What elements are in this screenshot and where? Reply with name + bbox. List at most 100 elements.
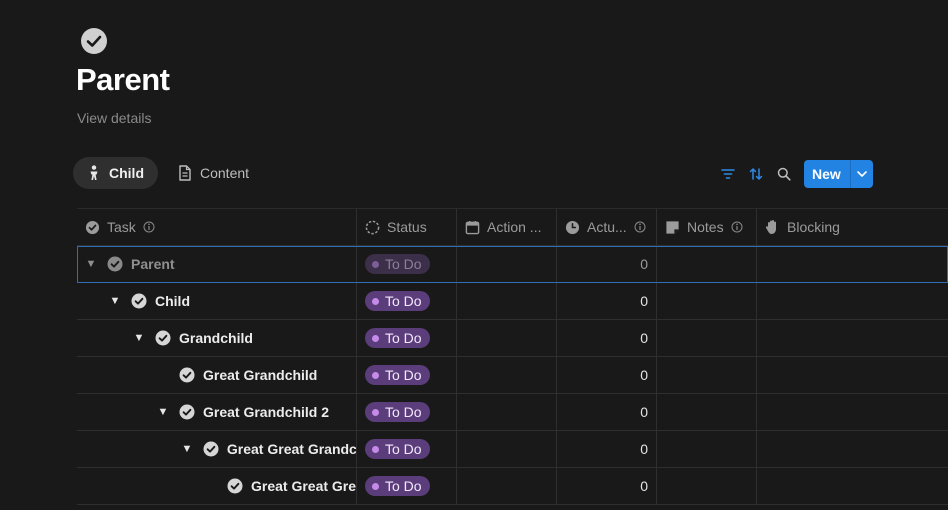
info-icon[interactable] [731,221,743,233]
status-cell[interactable]: To Do [357,320,457,356]
column-label: Task [107,219,136,235]
status-cell[interactable]: To Do [357,431,457,467]
new-dropdown-button[interactable] [849,160,873,188]
status-badge[interactable]: To Do [365,365,430,385]
info-icon[interactable] [634,221,646,233]
task-name[interactable]: Grandchild [179,330,253,346]
column-header-action[interactable]: Action ... [457,209,557,245]
check-circle-icon [227,478,243,494]
task-cell[interactable]: ▼ Child [77,283,357,319]
actual-cell[interactable]: 0 [557,283,657,319]
table-row[interactable]: ▼ Parent To Do 0 [77,246,948,283]
tab-content[interactable]: Content [164,157,263,189]
notes-cell[interactable] [657,394,757,430]
expand-toggle-icon[interactable]: ▼ [131,330,147,346]
notes-cell[interactable] [657,283,757,319]
blocking-cell[interactable] [757,357,948,393]
table-row[interactable]: ▼ Great Grandchild 2 To Do 0 [77,394,948,431]
table-body: ▼ Parent To Do 0 ▼ Child To Do 0 ▼ Grandchild To D… [77,246,948,505]
info-icon[interactable] [143,221,155,233]
status-label: To Do [385,404,422,420]
expand-toggle-icon[interactable]: ▼ [107,293,123,309]
blocking-cell[interactable] [757,283,948,319]
status-badge[interactable]: To Do [365,328,430,348]
expand-toggle-icon[interactable]: ▼ [179,441,195,457]
filter-button[interactable] [714,160,742,188]
status-cell[interactable]: To Do [357,283,457,319]
table-row[interactable]: ▼ Child To Do 0 [77,283,948,320]
notes-cell[interactable] [657,246,757,282]
view-tabs: Child Content [73,157,263,189]
search-button[interactable] [770,160,798,188]
actual-cell[interactable]: 0 [557,468,657,504]
action-date-cell[interactable] [457,394,557,430]
check-circle-icon [203,441,219,457]
status-dot-icon [372,482,379,490]
blocking-cell[interactable] [757,394,948,430]
status-cell[interactable]: To Do [357,246,457,282]
notes-cell[interactable] [657,431,757,467]
status-badge[interactable]: To Do [365,439,430,459]
column-header-status[interactable]: Status [357,209,457,245]
status-label: To Do [385,367,422,383]
action-date-cell[interactable] [457,246,557,282]
status-cell[interactable]: To Do [357,394,457,430]
expand-toggle-icon[interactable]: ▼ [83,256,99,272]
column-header-blocking[interactable]: Blocking [757,209,948,245]
status-badge[interactable]: To Do [365,254,430,274]
blocking-cell[interactable] [757,320,948,356]
task-name[interactable]: Great Grandchild [203,367,317,383]
sort-button[interactable] [742,160,770,188]
table-row[interactable]: ▼ Grandchild To Do 0 [77,320,948,357]
action-date-cell[interactable] [457,283,557,319]
actual-cell[interactable]: 0 [557,431,657,467]
blocking-cell[interactable] [757,246,948,282]
table-header: Task Status Action ... Actu... Notes Blo… [77,208,948,246]
blocking-cell[interactable] [757,431,948,467]
status-dot-icon [372,371,379,379]
check-circle-icon[interactable] [80,27,108,55]
task-cell[interactable]: ▼ Great Grandchild 2 [77,394,357,430]
column-header-task[interactable]: Task [77,209,357,245]
table-row[interactable]: ▼ Great Great Grandc To Do 0 [77,431,948,468]
status-dot-icon [372,445,379,453]
blocking-cell[interactable] [757,468,948,504]
actual-cell[interactable]: 0 [557,357,657,393]
column-header-actual[interactable]: Actu... [557,209,657,245]
status-badge[interactable]: To Do [365,291,430,311]
action-date-cell[interactable] [457,468,557,504]
actual-cell[interactable]: 0 [557,394,657,430]
new-button[interactable]: New [804,160,850,188]
table-row[interactable]: Great Great Gre To Do 0 [77,468,948,505]
notes-cell[interactable] [657,320,757,356]
notes-cell[interactable] [657,357,757,393]
tab-child[interactable]: Child [73,157,158,189]
column-header-notes[interactable]: Notes [657,209,757,245]
task-cell[interactable]: Great Grandchild [77,357,357,393]
table-row[interactable]: Great Grandchild To Do 0 [77,357,948,394]
actual-cell[interactable]: 0 [557,246,657,282]
task-name[interactable]: Parent [131,256,175,272]
view-details-link[interactable]: View details [77,110,151,126]
expand-toggle-icon[interactable]: ▼ [155,404,171,420]
task-name[interactable]: Great Great Grandc [227,441,356,457]
task-name[interactable]: Child [155,293,190,309]
view-toolbar: New [714,160,873,188]
action-date-cell[interactable] [457,320,557,356]
task-name[interactable]: Great Great Gre [251,478,356,494]
actual-cell[interactable]: 0 [557,320,657,356]
status-dot-icon [372,408,379,416]
task-name[interactable]: Great Grandchild 2 [203,404,329,420]
task-cell[interactable]: Great Great Gre [77,468,357,504]
status-cell[interactable]: To Do [357,357,457,393]
task-cell[interactable]: ▼ Parent [77,246,357,282]
task-cell[interactable]: ▼ Grandchild [77,320,357,356]
notes-cell[interactable] [657,468,757,504]
action-date-cell[interactable] [457,357,557,393]
status-badge[interactable]: To Do [365,402,430,422]
status-badge[interactable]: To Do [365,476,430,496]
status-cell[interactable]: To Do [357,468,457,504]
task-cell[interactable]: ▼ Great Great Grandc [77,431,357,467]
column-label: Status [387,219,427,235]
action-date-cell[interactable] [457,431,557,467]
